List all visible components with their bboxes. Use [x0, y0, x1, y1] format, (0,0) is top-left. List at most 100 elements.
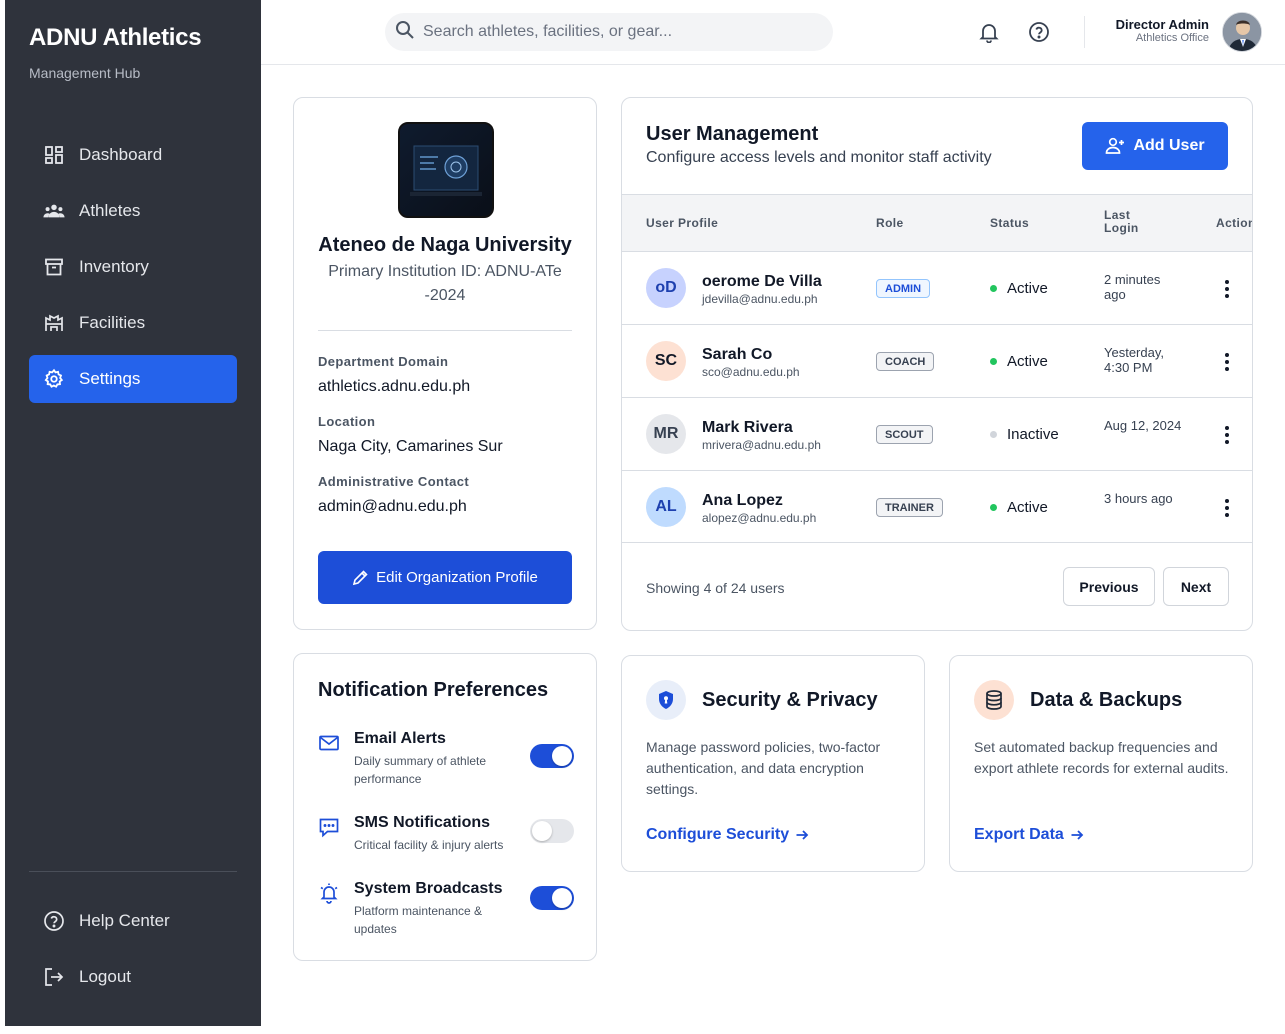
table-row[interactable]: MR Mark Rivera mrivera@adnu.edu.ph SCOUT Ina… [622, 397, 1252, 470]
user-email: alopez@adnu.edu.ph [702, 511, 817, 525]
organization-profile-card: Ateneo de Naga University Primary Instit… [293, 97, 597, 630]
notification-title: Email Alerts [354, 730, 446, 747]
arrow-right-icon [795, 828, 809, 842]
column-user-profile: User Profile [646, 216, 719, 230]
sidebar-item-settings[interactable]: Settings [29, 355, 237, 403]
status-indicator: Active [990, 280, 1048, 297]
user-name: Director Admin [1115, 17, 1209, 32]
user-email: sco@adnu.edu.ph [702, 365, 800, 379]
column-actions: Actions [1216, 216, 1252, 230]
search-input[interactable] [423, 23, 823, 41]
edit-organization-label: Edit Organization Profile [376, 569, 538, 586]
sidebar-item-inventory[interactable]: Inventory [29, 243, 237, 291]
security-privacy-card: Security & Privacy Manage password polic… [621, 655, 925, 872]
notification-description: Critical facility & injury alerts [354, 838, 504, 852]
user-avatar: AL [646, 487, 686, 527]
sidebar-item-label: Logout [79, 967, 131, 986]
email-alerts-toggle[interactable] [530, 744, 574, 768]
sidebar-item-label: Help Center [79, 911, 170, 930]
sidebar-item-label: Facilities [79, 313, 146, 332]
column-role: Role [876, 216, 904, 230]
export-data-link[interactable]: Export Data [974, 826, 1084, 844]
logout-icon [43, 966, 65, 988]
more-actions-icon[interactable] [1220, 278, 1234, 300]
search-icon [395, 20, 415, 45]
organization-id: Primary Institution ID: ADNU-ATe -2024 [328, 263, 562, 304]
divider [318, 330, 572, 331]
sidebar-bottom: Help Center Logout [29, 897, 237, 1009]
notification-item-broadcasts: System Broadcasts Platform maintenance &… [318, 880, 574, 940]
shield-icon [646, 680, 686, 720]
data-backups-card: Data & Backups Set automated backup freq… [949, 655, 1253, 872]
status-label: Active [1007, 353, 1048, 370]
user-avatar: SC [646, 341, 686, 381]
gear-icon [43, 368, 65, 390]
last-login: Yesterday, 4:30 PM [1104, 345, 1164, 375]
header-divider [1084, 16, 1085, 48]
more-actions-icon[interactable] [1220, 497, 1234, 519]
sms-notifications-toggle[interactable] [530, 819, 574, 843]
department-domain-value: athletics.adnu.edu.ph [318, 378, 471, 395]
database-icon [974, 680, 1014, 720]
bell-ring-icon [318, 882, 340, 904]
table-footer: Showing 4 of 24 users Previous Next [622, 542, 1252, 630]
status-dot [990, 504, 997, 511]
user-role: Athletics Office [1135, 32, 1209, 44]
table-row[interactable]: AL Ana Lopez alopez@adnu.edu.ph TRAINER Acti… [622, 470, 1252, 543]
chat-icon [318, 816, 340, 838]
user-name: oerome De Villa [702, 273, 822, 290]
status-dot [990, 285, 997, 292]
notification-bell-icon[interactable] [977, 20, 1001, 44]
user-avatar: MR [646, 414, 686, 454]
table-row[interactable]: oD oerome De Villa jdevilla@adnu.edu.ph ADM… [622, 251, 1252, 324]
table-row[interactable]: SC Sarah Co sco@adnu.edu.ph COACH Active Yest… [622, 324, 1252, 397]
next-page-button[interactable]: Next [1163, 567, 1229, 606]
organization-logo [398, 122, 494, 218]
notification-description: Platform maintenance & updates [354, 904, 483, 936]
sidebar-item-label: Settings [79, 369, 141, 388]
sidebar-item-label: Inventory [79, 257, 149, 276]
previous-page-button[interactable]: Previous [1063, 567, 1155, 606]
role-badge: TRAINER [876, 498, 943, 517]
search-bar[interactable] [385, 13, 833, 51]
location-label: Location [318, 414, 376, 429]
user-name: Sarah Co [702, 346, 773, 363]
status-label: Active [1007, 280, 1048, 297]
configure-security-link[interactable]: Configure Security [646, 826, 809, 844]
sidebar-item-facilities[interactable]: Facilities [29, 299, 237, 347]
user-email: mrivera@adnu.edu.ph [702, 438, 821, 452]
mail-icon [318, 732, 340, 754]
organization-name: Ateneo de Naga University [318, 234, 572, 256]
last-login: 2 minutes ago [1104, 272, 1161, 302]
sidebar-item-athletes[interactable]: Athletes [29, 187, 237, 235]
more-actions-icon[interactable] [1220, 424, 1234, 446]
user-name: Ana Lopez [702, 492, 783, 509]
status-indicator: Inactive [990, 426, 1059, 443]
admin-contact-label: Administrative Contact [318, 474, 470, 489]
last-login: 3 hours ago [1104, 491, 1173, 506]
sidebar-item-dashboard[interactable]: Dashboard [29, 131, 237, 179]
sidebar-item-help-center[interactable]: Help Center [29, 897, 237, 945]
help-icon [43, 910, 65, 932]
column-status: Status [990, 216, 1030, 230]
more-actions-icon[interactable] [1220, 351, 1234, 373]
sidebar-item-label: Dashboard [79, 145, 163, 164]
sidebar-item-logout[interactable]: Logout [29, 953, 237, 1001]
pagination-summary: Showing 4 of 24 users [646, 580, 785, 596]
configure-security-label: Configure Security [646, 826, 790, 843]
notification-description: Daily summary of athlete performance [354, 754, 487, 786]
add-user-icon [1105, 137, 1125, 155]
user-management-card: User Management Configure access levels … [621, 97, 1253, 631]
sidebar-divider [29, 871, 237, 872]
user-avatar[interactable] [1222, 12, 1262, 52]
help-icon[interactable] [1027, 20, 1051, 44]
notification-preferences-card: Notification Preferences Email Alerts Da… [293, 653, 597, 961]
system-broadcasts-toggle[interactable] [530, 886, 574, 910]
add-user-button[interactable]: Add User [1082, 122, 1228, 170]
last-login: Aug 12, 2024 [1104, 418, 1182, 433]
pencil-icon [352, 569, 368, 586]
backups-title: Data & Backups [1030, 689, 1183, 711]
facilities-icon [43, 312, 65, 334]
edit-organization-button[interactable]: Edit Organization Profile [318, 551, 572, 604]
admin-contact-value: admin@adnu.edu.ph [318, 498, 467, 515]
